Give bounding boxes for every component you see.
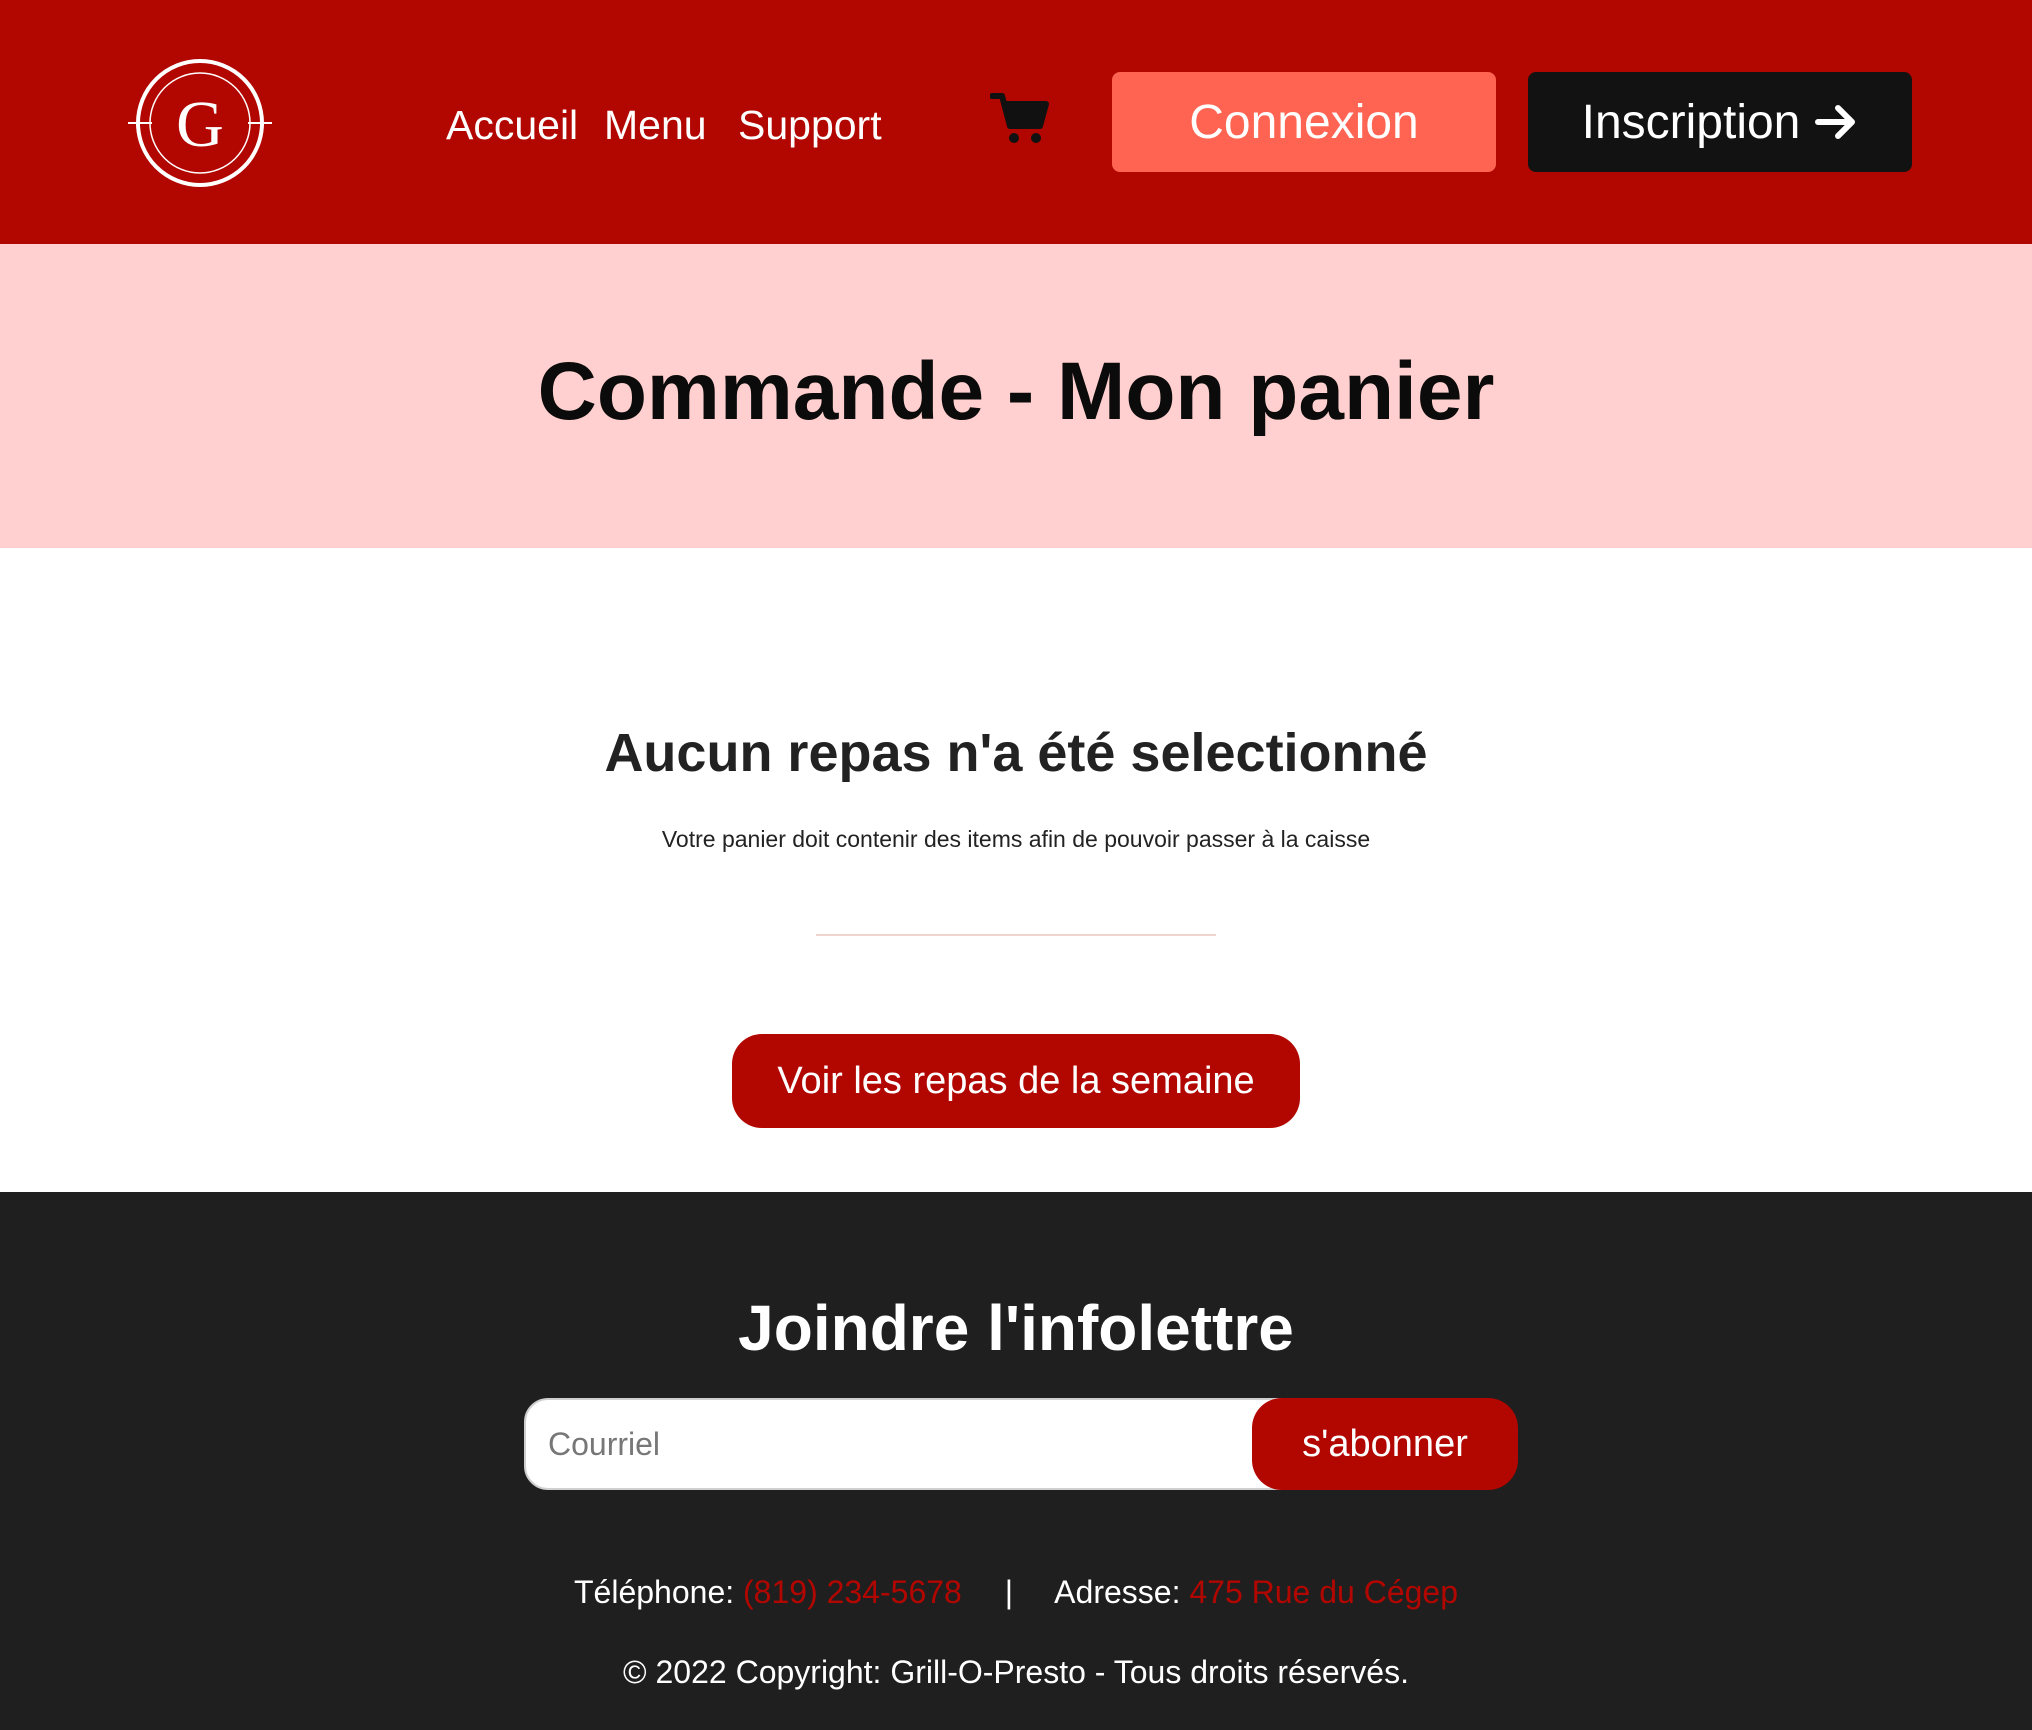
newsletter-form: s'abonner [524, 1398, 1518, 1490]
nav-link-menu[interactable]: Menu [604, 98, 707, 152]
login-button-label: Connexion [1189, 95, 1419, 149]
title-band: Commande - Mon panier [0, 244, 2032, 548]
view-weekly-meals-button[interactable]: Voir les repas de la semaine [732, 1034, 1300, 1128]
signup-button-label: Inscription [1581, 95, 1801, 149]
nav-link-accueil[interactable]: Accueil [446, 98, 578, 152]
shopping-cart-icon [989, 93, 1049, 143]
newsletter-title: Joindre l'infolettre [738, 1292, 1294, 1364]
view-weekly-meals-label: Voir les repas de la semaine [777, 1059, 1255, 1102]
page-title: Commande - Mon panier [537, 346, 1495, 437]
login-button[interactable]: Connexion [1112, 72, 1496, 172]
address-label: Adresse: [1054, 1574, 1181, 1610]
address-link[interactable]: 475 Rue du Cégep [1189, 1574, 1458, 1610]
cart-button[interactable] [989, 92, 1050, 146]
email-field[interactable] [524, 1398, 1324, 1490]
empty-cart-heading: Aucun repas n'a été selectionné [604, 723, 1428, 783]
contact-info: Téléphone: (819) 234-5678 | Adresse: 475… [0, 1570, 2032, 1614]
copyright: © 2022 Copyright: Grill-O-Presto - Tous … [623, 1654, 1409, 1690]
divider [816, 934, 1216, 936]
site-footer: Joindre l'infolettre s'abonner Téléphone… [0, 1192, 2032, 1730]
subscribe-button[interactable]: s'abonner [1252, 1398, 1518, 1490]
logo[interactable]: G [128, 56, 272, 190]
nav-link-support[interactable]: Support [738, 98, 882, 152]
contact-separator: | [1004, 1574, 1014, 1610]
logo-icon: G [128, 59, 272, 187]
phone-link[interactable]: (819) 234-5678 [743, 1574, 962, 1610]
subscribe-button-label: s'abonner [1302, 1422, 1468, 1465]
svg-text:G: G [176, 88, 224, 161]
empty-cart-message: Votre panier doit contenir des items afi… [661, 826, 1371, 852]
signup-button[interactable]: Inscription [1528, 72, 1912, 172]
phone-label: Téléphone: [574, 1574, 735, 1610]
site-header: G Accueil Menu Support Connexion Inscrip… [0, 0, 2032, 244]
arrow-right-icon [1815, 105, 1856, 139]
